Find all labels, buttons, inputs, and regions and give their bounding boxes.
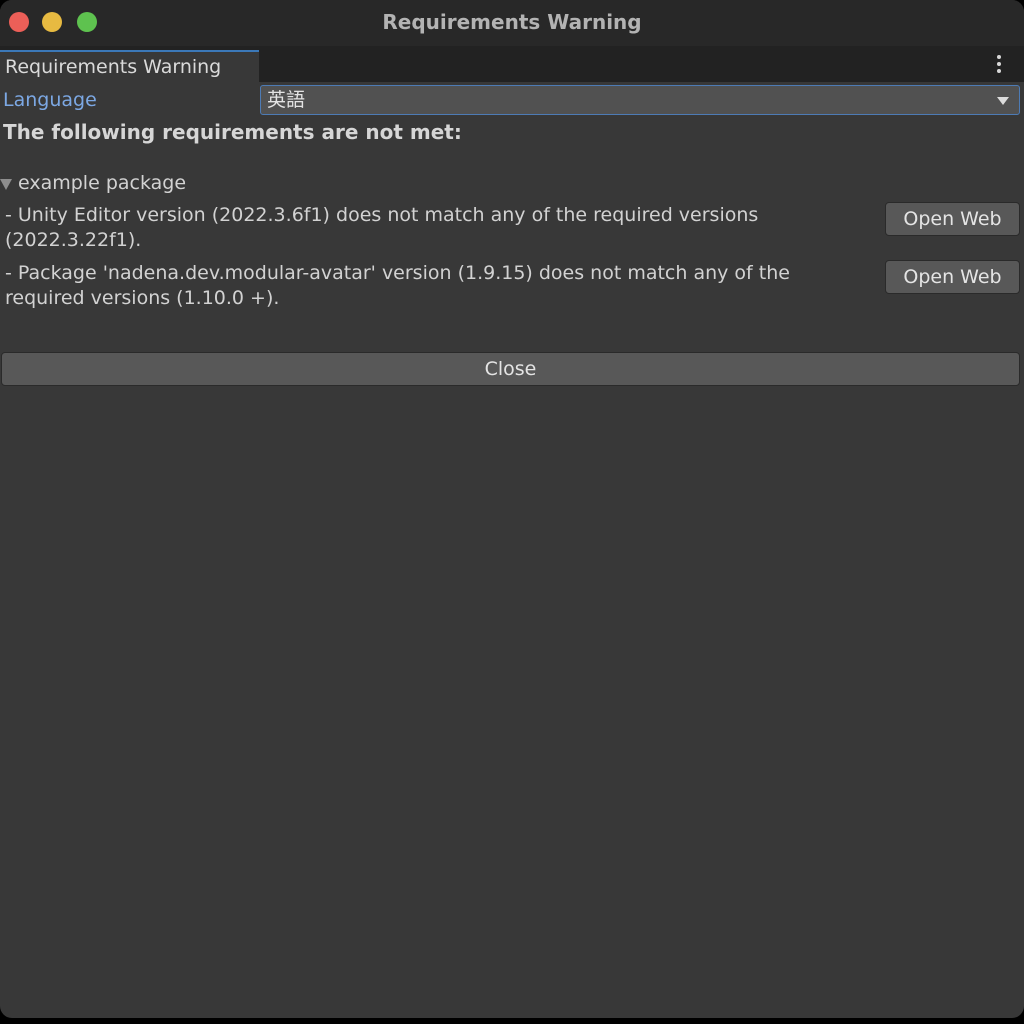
tab-requirements-warning[interactable]: Requirements Warning	[0, 50, 259, 82]
package-name: example package	[18, 172, 187, 194]
tab-bar: Requirements Warning	[0, 46, 1024, 82]
close-button[interactable]: Close	[1, 352, 1020, 386]
language-dropdown[interactable]: 英語	[260, 85, 1020, 115]
title-bar[interactable]: Requirements Warning	[0, 0, 1024, 46]
requirement-message: - Package 'nadena.dev.modular-avatar' ve…	[5, 262, 790, 309]
foldout-expanded-icon[interactable]	[0, 179, 12, 190]
more-vertical-icon[interactable]	[992, 54, 1006, 76]
open-web-button[interactable]: Open Web	[885, 202, 1020, 236]
requirements-warning-window: Requirements Warning Requirements Warnin…	[0, 0, 1024, 1018]
dropdown-arrow-icon	[997, 97, 1009, 105]
language-selected-value: 英語	[267, 89, 306, 111]
requirement-message: - Unity Editor version (2022.3.6f1) does…	[5, 204, 759, 251]
requirements-heading: The following requirements are not met:	[3, 120, 462, 144]
open-web-button[interactable]: Open Web	[885, 260, 1020, 294]
language-label: Language	[3, 89, 97, 111]
package-foldout[interactable]: example package	[0, 169, 186, 197]
window-title: Requirements Warning	[382, 10, 642, 34]
